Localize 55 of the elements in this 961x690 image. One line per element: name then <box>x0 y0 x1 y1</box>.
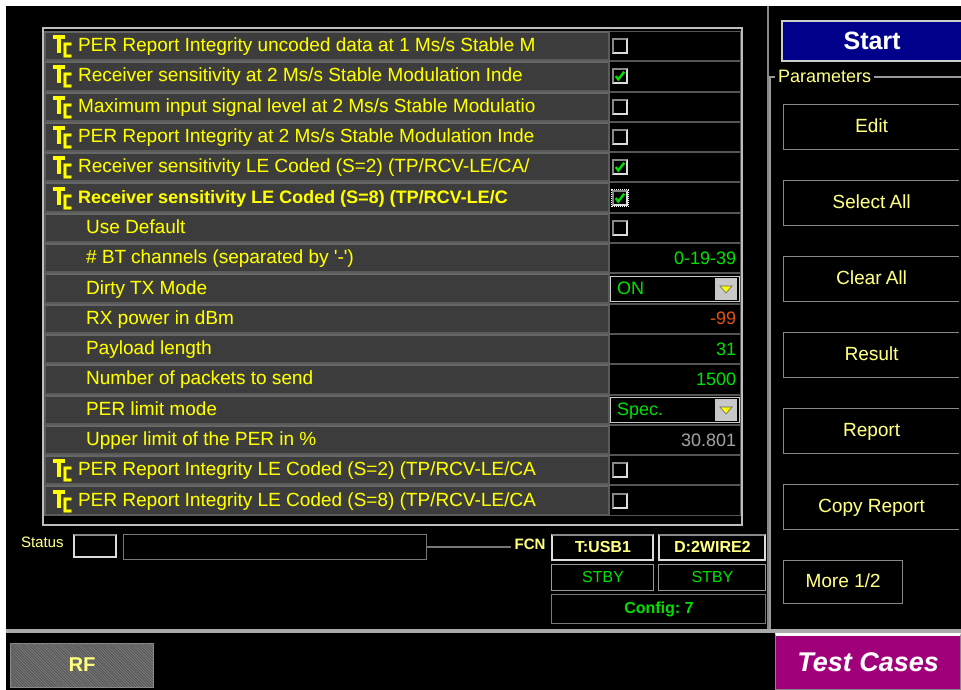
more-button[interactable]: More 1/2 <box>783 560 903 604</box>
action-button[interactable]: Copy Report <box>783 484 959 530</box>
test-case-icon <box>52 155 74 180</box>
list-item[interactable]: PER Report Integrity LE Coded (S=2) (TP/RCV-LE/CA <box>44 455 610 486</box>
value-field[interactable]: 31 <box>716 338 736 360</box>
list-item[interactable]: PER limit mode <box>44 394 610 425</box>
list-item[interactable]: PER Report Integrity LE Coded (S=8) (TP/RCV-LE/CA <box>44 485 610 516</box>
checkbox[interactable] <box>612 98 628 115</box>
checkbox[interactable] <box>612 129 628 146</box>
dropdown[interactable]: Spec. <box>610 396 740 423</box>
test-case-icon <box>52 64 74 88</box>
start-button[interactable]: Start <box>781 20 961 62</box>
action-button[interactable]: Select All <box>783 180 959 226</box>
list-item[interactable]: PER Report Integrity at 2 Ms/s Stable Modulation Inde <box>44 122 610 152</box>
list-item[interactable]: # BT channels (separated by '-') <box>44 243 610 274</box>
test-case-icon <box>52 94 74 119</box>
list-item[interactable]: PER Report Integrity uncoded data at 1 Ms/s Stable M <box>44 31 610 62</box>
test-case-icon <box>52 34 74 58</box>
status-label: Status <box>20 534 65 551</box>
config-label: Config: 7 <box>551 594 766 624</box>
test-case-icon <box>52 488 74 513</box>
tab[interactable]: Test Cases <box>775 633 961 690</box>
action-button[interactable]: Result <box>783 332 959 378</box>
list-item[interactable]: Upper limit of the PER in % <box>44 424 610 456</box>
checkbox[interactable] <box>612 492 628 509</box>
list-item[interactable]: Receiver sensitivity LE Coded (S=8) (TP/RCV-LE/C <box>44 182 610 213</box>
checkbox[interactable] <box>612 38 628 54</box>
port-state: STBY <box>551 564 654 591</box>
port-name: D:2WIRE2 <box>658 534 766 561</box>
action-button[interactable]: Clear All <box>783 256 959 302</box>
list-item[interactable]: Dirty TX Mode <box>44 273 610 304</box>
status-indicator <box>72 534 117 558</box>
list-item[interactable]: Use Default <box>44 212 610 244</box>
dropdown[interactable]: ON <box>610 276 740 302</box>
action-button[interactable]: Edit <box>783 104 959 150</box>
test-case-icon <box>52 186 74 210</box>
action-button[interactable]: Report <box>783 408 959 454</box>
list-item[interactable]: Receiver sensitivity LE Coded (S=2) (TP/RCV-LE/CA/ <box>44 152 610 182</box>
list-item[interactable]: Number of packets to send <box>44 364 610 395</box>
checkbox[interactable] <box>612 190 628 206</box>
checkbox[interactable] <box>612 220 628 236</box>
list-item[interactable]: Payload length <box>44 334 610 364</box>
list-item[interactable]: Maximum input signal level at 2 Ms/s Stable Modulatio <box>44 92 610 122</box>
test-case-icon <box>52 458 74 482</box>
list-item[interactable]: RX power in dBm <box>44 304 610 334</box>
list-item[interactable]: Receiver sensitivity at 2 Ms/s Stable Modulation Inde <box>44 61 610 92</box>
fcn-label: FCN <box>514 536 546 553</box>
value-field[interactable]: -99 <box>710 308 736 330</box>
test-case-icon <box>52 125 74 150</box>
port-state: STBY <box>658 564 766 591</box>
tab[interactable]: RF <box>10 643 154 688</box>
checkbox[interactable] <box>612 68 628 84</box>
checkbox[interactable] <box>612 159 628 176</box>
checkbox[interactable] <box>612 462 628 478</box>
port-name: T:USB1 <box>551 534 654 561</box>
